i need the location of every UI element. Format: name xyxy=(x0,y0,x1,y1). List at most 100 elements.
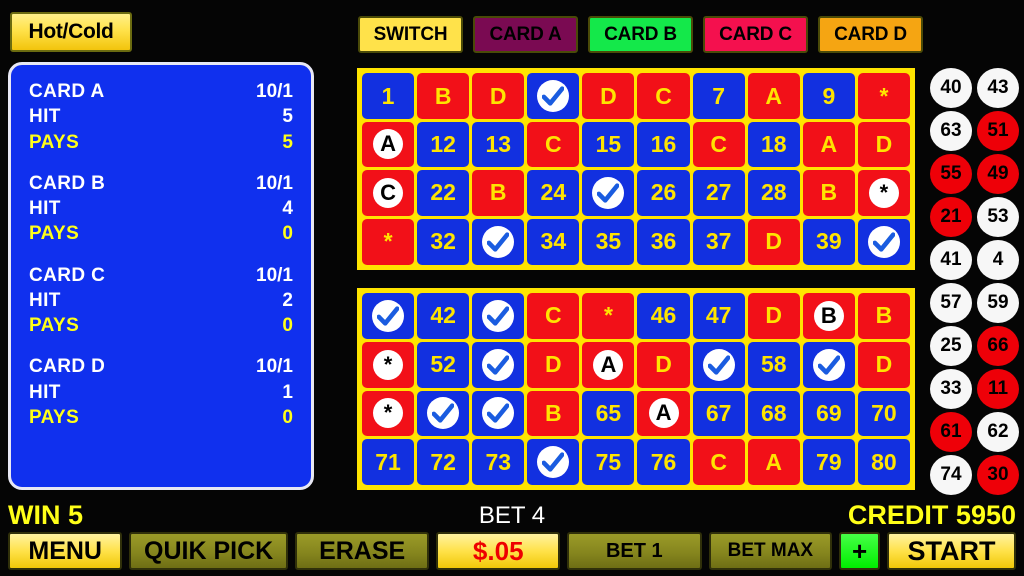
card-button-card-a[interactable]: CARD A xyxy=(473,16,578,53)
bet-one-button[interactable]: BET 1 xyxy=(567,532,702,570)
keno-cell[interactable]: 9 xyxy=(802,73,855,120)
keno-cell[interactable]: 16 xyxy=(637,122,690,167)
keno-cell[interactable] xyxy=(417,390,470,437)
keno-cell[interactable]: D xyxy=(472,73,525,120)
menu-button[interactable]: MENU xyxy=(8,532,123,570)
start-button[interactable]: START xyxy=(886,532,1016,570)
keno-cell[interactable] xyxy=(527,73,580,120)
keno-cell[interactable]: A xyxy=(802,122,855,167)
keno-cell[interactable]: 71 xyxy=(362,439,415,485)
keno-cell[interactable]: 58 xyxy=(747,341,800,388)
increase-bet-button[interactable]: + xyxy=(839,532,880,570)
keno-cell[interactable]: D xyxy=(747,293,800,339)
keno-cell[interactable]: 70 xyxy=(857,390,910,437)
card-button-card-d[interactable]: CARD D xyxy=(818,16,923,53)
drawn-ball: 40 xyxy=(930,68,972,108)
keno-cell[interactable]: C xyxy=(527,293,580,339)
keno-cell[interactable] xyxy=(527,439,580,485)
keno-cell[interactable]: * xyxy=(362,390,415,437)
keno-cell[interactable]: 46 xyxy=(637,293,690,339)
keno-cell[interactable]: A xyxy=(582,341,635,388)
keno-cell[interactable]: B xyxy=(802,293,855,339)
keno-cell[interactable]: A xyxy=(747,439,800,485)
card-button-switch[interactable]: SWITCH xyxy=(358,16,463,53)
keno-cell[interactable]: D xyxy=(582,73,635,120)
keno-cell[interactable]: C xyxy=(637,73,690,120)
keno-cell[interactable]: * xyxy=(857,73,910,120)
keno-cell[interactable]: 32 xyxy=(417,218,470,265)
card-name: CARD C xyxy=(29,264,106,286)
keno-cell[interactable] xyxy=(857,218,910,265)
keno-cell-label: 37 xyxy=(705,228,732,255)
keno-cell[interactable]: A xyxy=(362,122,415,167)
keno-cell[interactable]: 65 xyxy=(582,390,635,437)
keno-cell[interactable]: D xyxy=(857,341,910,388)
keno-cell[interactable]: 12 xyxy=(417,122,470,167)
keno-cell[interactable] xyxy=(802,341,855,388)
keno-cell[interactable]: 26 xyxy=(637,169,690,216)
keno-cell[interactable]: 39 xyxy=(802,218,855,265)
keno-cell[interactable]: 36 xyxy=(637,218,690,265)
keno-cell[interactable]: B xyxy=(802,169,855,216)
quik-pick-button[interactable]: QUIK PICK xyxy=(129,532,288,570)
keno-cell[interactable]: 18 xyxy=(747,122,800,167)
keno-cell[interactable]: B xyxy=(417,73,470,120)
keno-cell[interactable]: B xyxy=(472,169,525,216)
keno-cell[interactable] xyxy=(472,293,525,339)
keno-cell[interactable]: 47 xyxy=(692,293,745,339)
keno-cell[interactable]: * xyxy=(857,169,910,216)
keno-cell[interactable]: A xyxy=(747,73,800,120)
keno-cell[interactable]: 73 xyxy=(472,439,525,485)
hot-cold-button[interactable]: Hot/Cold xyxy=(10,12,132,52)
bet-max-button[interactable]: BET MAX xyxy=(708,532,833,570)
erase-button[interactable]: ERASE xyxy=(294,532,430,570)
keno-cell[interactable]: * xyxy=(582,293,635,339)
keno-cell[interactable]: * xyxy=(362,218,415,265)
keno-cell[interactable]: B xyxy=(857,293,910,339)
keno-cell[interactable]: C xyxy=(527,122,580,167)
keno-cell[interactable] xyxy=(472,218,525,265)
keno-cell-label: B xyxy=(820,179,838,206)
keno-cell[interactable]: 24 xyxy=(527,169,580,216)
keno-cell[interactable]: A xyxy=(637,390,690,437)
keno-cell[interactable]: D xyxy=(857,122,910,167)
drawn-ball: 62 xyxy=(977,412,1019,452)
keno-cell[interactable]: 67 xyxy=(692,390,745,437)
keno-cell[interactable]: 15 xyxy=(582,122,635,167)
keno-cell[interactable]: 13 xyxy=(472,122,525,167)
keno-cell[interactable]: 79 xyxy=(802,439,855,485)
card-button-card-c[interactable]: CARD C xyxy=(703,16,808,53)
keno-cell[interactable]: 7 xyxy=(692,73,745,120)
keno-cell[interactable] xyxy=(472,390,525,437)
keno-cell[interactable]: B xyxy=(527,390,580,437)
keno-cell[interactable]: C xyxy=(692,122,745,167)
keno-cell[interactable]: C xyxy=(692,439,745,485)
keno-cell[interactable]: 22 xyxy=(417,169,470,216)
keno-cell[interactable]: 76 xyxy=(637,439,690,485)
keno-cell[interactable]: 1 xyxy=(362,73,415,120)
keno-cell[interactable]: 75 xyxy=(582,439,635,485)
keno-cell[interactable]: D xyxy=(637,341,690,388)
keno-cell[interactable]: 28 xyxy=(747,169,800,216)
keno-cell[interactable] xyxy=(692,341,745,388)
keno-cell[interactable]: 52 xyxy=(417,341,470,388)
denomination-button[interactable]: $.05 xyxy=(436,532,560,570)
keno-cell[interactable]: D xyxy=(747,218,800,265)
keno-cell[interactable]: 68 xyxy=(747,390,800,437)
keno-cell[interactable] xyxy=(582,169,635,216)
keno-cell[interactable]: 35 xyxy=(582,218,635,265)
card-info-block: CARD C 10/1 HIT 2 PAYS 0 xyxy=(29,263,293,339)
keno-cell[interactable]: C xyxy=(362,169,415,216)
keno-cell[interactable]: 42 xyxy=(417,293,470,339)
keno-cell[interactable]: 72 xyxy=(417,439,470,485)
keno-cell[interactable]: 37 xyxy=(692,218,745,265)
keno-cell[interactable]: 80 xyxy=(857,439,910,485)
keno-cell[interactable]: 69 xyxy=(802,390,855,437)
keno-cell[interactable]: * xyxy=(362,341,415,388)
keno-cell[interactable]: D xyxy=(527,341,580,388)
keno-cell[interactable] xyxy=(362,293,415,339)
card-button-card-b[interactable]: CARD B xyxy=(588,16,693,53)
keno-cell[interactable]: 34 xyxy=(527,218,580,265)
keno-cell[interactable]: 27 xyxy=(692,169,745,216)
keno-cell[interactable] xyxy=(472,341,525,388)
